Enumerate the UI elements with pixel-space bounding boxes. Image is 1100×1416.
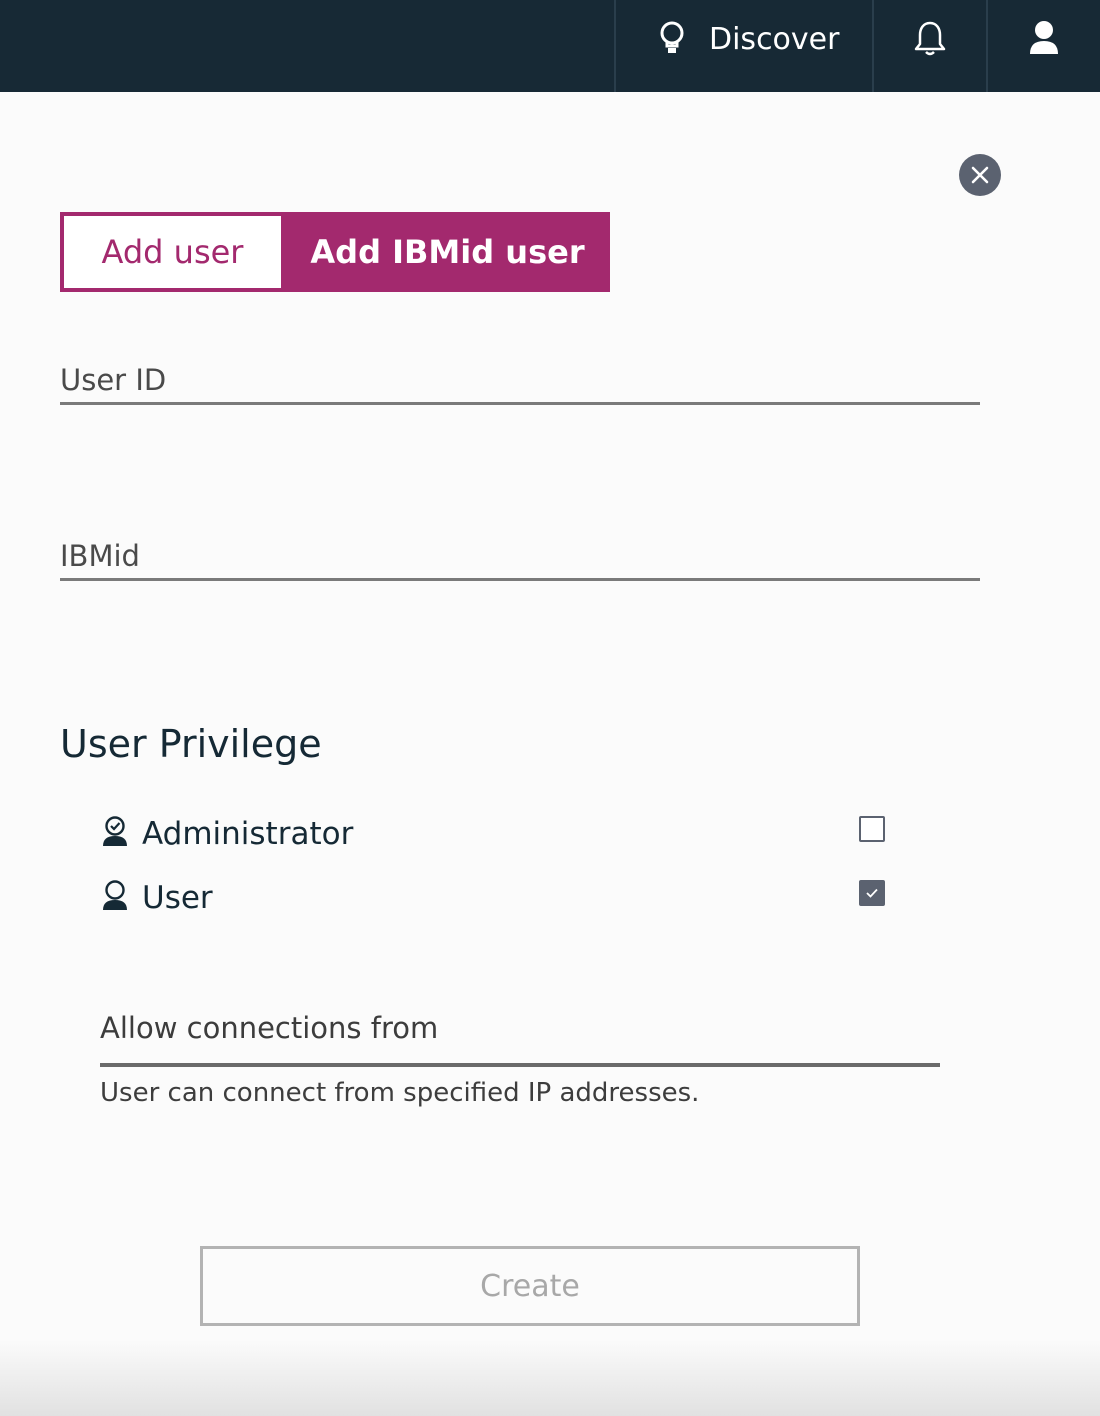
top-navigation-bar: Discover <box>0 0 1100 92</box>
administrator-label: Administrator <box>142 816 354 852</box>
close-icon <box>971 166 989 184</box>
privilege-option-administrator: Administrator <box>100 810 890 858</box>
user-checkbox[interactable] <box>859 880 885 906</box>
administrator-checkbox[interactable] <box>859 816 885 842</box>
tab-add-user[interactable]: Add user <box>60 212 285 292</box>
allow-connections-input[interactable] <box>100 1005 940 1051</box>
profile-button[interactable] <box>988 0 1100 92</box>
user-id-field <box>60 358 980 405</box>
allow-connections-helper-text: User can connect from specified IP addre… <box>100 1078 700 1108</box>
ibmid-field <box>60 534 980 581</box>
notifications-button[interactable] <box>874 0 986 92</box>
checkmark-icon <box>866 888 878 898</box>
create-button[interactable]: Create <box>200 1246 860 1326</box>
discover-button[interactable]: Discover <box>616 0 872 92</box>
user-icon <box>100 880 130 916</box>
close-button[interactable] <box>959 154 1001 196</box>
user-type-tabs: Add user Add IBMid user <box>60 212 610 292</box>
user-label: User <box>142 880 213 916</box>
user-privilege-heading: User Privilege <box>60 722 322 766</box>
privilege-option-user: User <box>100 874 890 922</box>
user-id-input[interactable] <box>60 358 980 402</box>
ibmid-input[interactable] <box>60 534 980 578</box>
tab-add-ibmid-user[interactable]: Add IBMid user <box>285 212 610 292</box>
lightbulb-icon <box>658 21 686 57</box>
discover-label: Discover <box>709 22 840 57</box>
user-avatar-icon <box>1030 21 1058 54</box>
bottom-shadow <box>0 1340 1100 1416</box>
allow-connections-field <box>100 1005 940 1067</box>
admin-user-icon <box>100 816 130 852</box>
bell-icon <box>914 21 946 56</box>
